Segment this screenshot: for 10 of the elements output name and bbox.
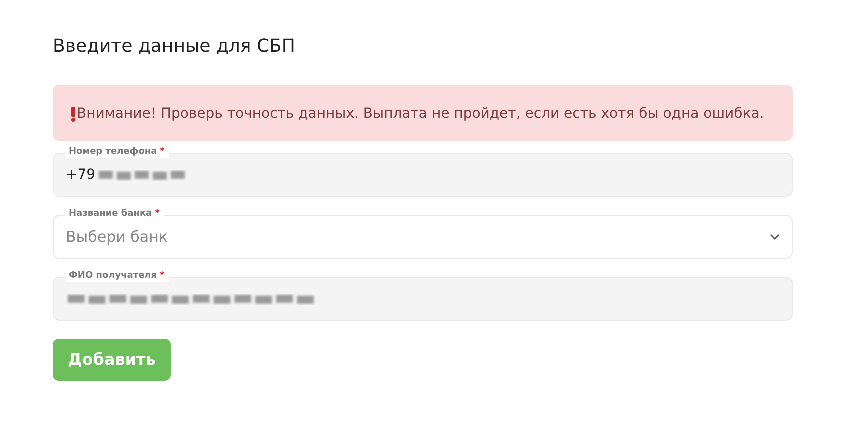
field-value: +79 <box>66 167 98 183</box>
form-title: Введите данные для СБП <box>53 36 296 57</box>
bank-select[interactable]: Выбери банк <box>53 215 793 259</box>
field-label: Номер телефона * <box>65 147 169 158</box>
required-mark: * <box>160 271 165 282</box>
warning-text: Внимание! Проверь точность данных. Выплата не пройдет, если есть хотя бы одна ошибка. <box>77 105 764 124</box>
exclamation-icon <box>71 107 76 122</box>
chevron-down-icon <box>770 234 780 240</box>
add-button[interactable]: Добавить <box>53 339 171 381</box>
field-label: ФИО получателя * <box>65 271 169 282</box>
